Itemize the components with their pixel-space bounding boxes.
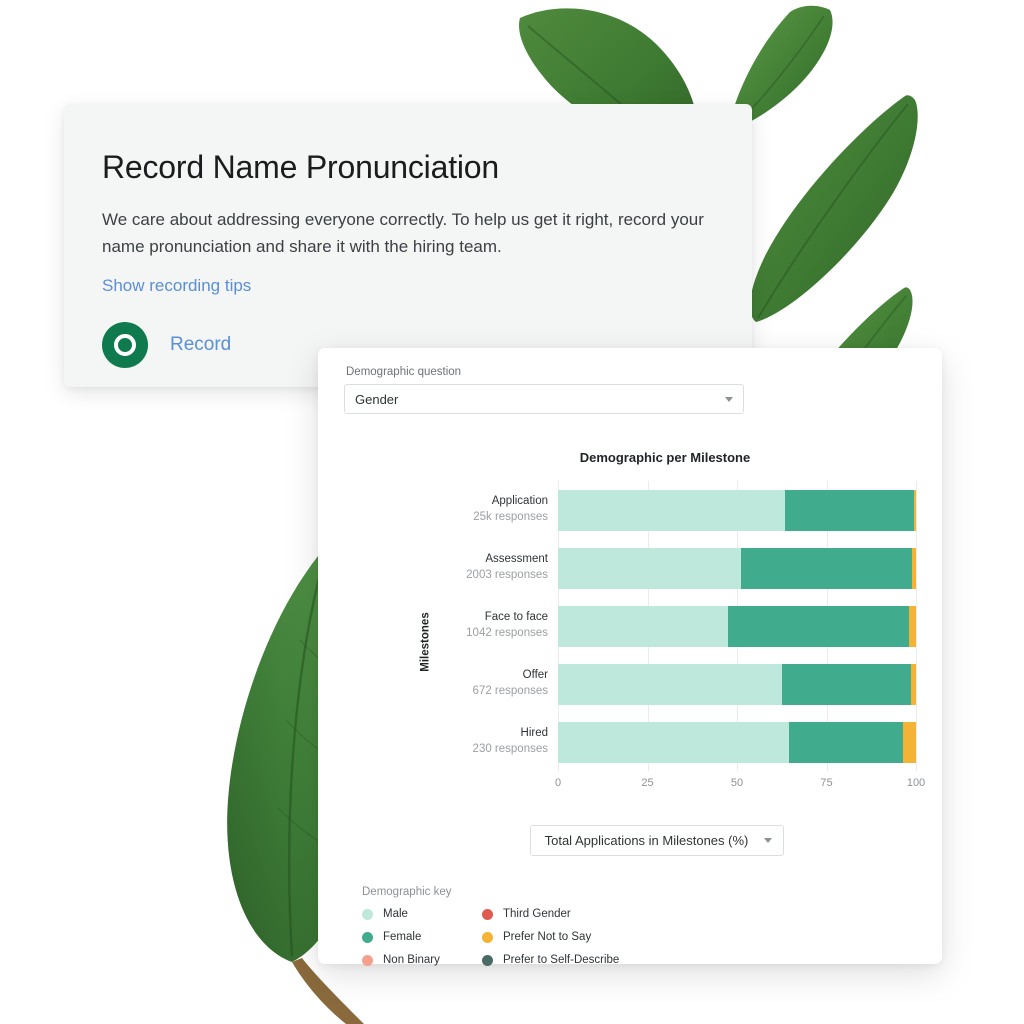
category-name: Face to face (484, 611, 548, 624)
legend-label: Third Gender (503, 908, 571, 920)
bar-segment[interactable] (912, 547, 916, 589)
legend-label: Prefer to Self-Describe (503, 954, 620, 966)
metric-value: Total Applications in Milestones (%) (544, 833, 749, 848)
bar-segment[interactable] (740, 547, 913, 589)
bar-segment[interactable] (728, 605, 909, 647)
bar-segment[interactable] (558, 547, 741, 589)
bar-segment[interactable] (785, 489, 915, 531)
legend-item[interactable]: Third Gender (482, 908, 742, 920)
stacked-bar[interactable] (558, 663, 916, 705)
x-axis-tick-label: 25 (641, 777, 654, 789)
metric-row: Total Applications in Milestones (%) (344, 825, 916, 856)
bar-segment[interactable] (558, 605, 729, 647)
bar-segment[interactable] (781, 663, 911, 705)
category-label: Application 25k responses (422, 481, 558, 539)
bar-row (558, 597, 916, 655)
demographic-chart-card: Demographic question Gender Demographic … (318, 348, 942, 966)
legend-color-dot (482, 931, 493, 943)
x-axis-tick-label: 0 (554, 777, 562, 789)
category-label: Offer 672 responses (422, 655, 558, 713)
metric-select[interactable]: Total Applications in Milestones (%) (529, 825, 785, 856)
legend-item[interactable]: Prefer Not to Say (482, 931, 742, 943)
stacked-bar[interactable] (558, 721, 916, 763)
chevron-down-icon (725, 396, 733, 402)
bar-segment[interactable] (558, 489, 786, 531)
record-icon[interactable] (102, 322, 148, 369)
bar-segment[interactable] (914, 489, 916, 531)
legend-item[interactable]: Non Binary (362, 954, 482, 966)
x-axis-tick-label: 100 (906, 777, 926, 789)
legend-label: Male (383, 908, 408, 920)
gridline (916, 481, 917, 771)
record-name-pronunciation-card: Record Name Pronunciation We care about … (64, 104, 752, 387)
x-axis-tick-label: 75 (820, 777, 833, 789)
legend-label: Prefer Not to Say (503, 931, 592, 943)
category-response-count: 230 responses (472, 743, 548, 755)
show-recording-tips-link[interactable]: Show recording tips (102, 276, 251, 296)
category-name: Application (491, 495, 548, 508)
category-response-count: 672 responses (472, 685, 548, 697)
bar-segment[interactable] (558, 721, 789, 763)
demographic-question-select[interactable]: Gender (344, 384, 744, 414)
demographic-question-value: Gender (355, 391, 399, 407)
category-label: Assessment 2003 responses (422, 539, 558, 597)
bars-region (558, 481, 917, 771)
bar-segment[interactable] (788, 721, 904, 763)
chevron-down-icon (764, 838, 773, 843)
bar-segment[interactable] (903, 721, 916, 763)
legend-item[interactable]: Female (362, 931, 482, 943)
bar-segment[interactable] (908, 605, 916, 647)
category-response-count: 1042 responses (466, 627, 548, 639)
x-axis-tick-label: 50 (730, 777, 744, 789)
bar-row (558, 481, 916, 539)
chart-plot-area: Milestones Application 25k responses Asses… (344, 481, 925, 803)
legend-color-dot (482, 908, 493, 920)
bar-segment[interactable] (558, 663, 782, 705)
legend-label: Female (383, 931, 422, 943)
category-response-count: 2003 responses (466, 569, 548, 581)
bar-segment[interactable] (910, 663, 916, 705)
chart-legend: Demographic key Male Third Gender Female Pr… (344, 886, 916, 966)
legend-item[interactable]: Male (362, 908, 482, 920)
page-title: Record Name Pronunciation (102, 149, 499, 185)
legend-color-dot (482, 954, 493, 966)
category-label: Hired 230 responses (422, 713, 558, 771)
legend-items: Male Third Gender Female Prefer Not to Say N… (362, 908, 742, 966)
stacked-bar[interactable] (558, 547, 916, 589)
category-name: Assessment (485, 553, 548, 566)
category-label: Face to face 1042 responses (422, 597, 558, 655)
legend-label: Non Binary (383, 954, 440, 966)
legend-title: Demographic key (362, 886, 452, 898)
demographic-question-label: Demographic question (346, 366, 462, 378)
stacked-bar[interactable] (558, 489, 916, 531)
bar-row (558, 655, 916, 713)
legend-color-dot (362, 954, 373, 966)
legend-item[interactable]: Prefer to Self-Describe (482, 954, 742, 966)
category-name: Offer (522, 669, 548, 682)
category-name: Hired (520, 727, 548, 740)
stacked-bar[interactable] (558, 605, 916, 647)
legend-color-dot (362, 908, 373, 920)
stacked-bars (558, 481, 916, 771)
bar-row (558, 713, 916, 771)
record-ring-shape (114, 334, 136, 357)
record-button[interactable]: Record (170, 334, 231, 356)
chart-title: Demographic per Milestone (579, 450, 751, 465)
card-description: We care about addressing everyone correc… (102, 209, 704, 257)
x-axis-ticks: 0 25 50 75 100 (554, 773, 925, 793)
category-labels: Application 25k responses Assessment 2003 r… (422, 481, 558, 771)
bar-row (558, 539, 916, 597)
legend-color-dot (362, 931, 373, 943)
category-response-count: 25k responses (473, 511, 548, 523)
